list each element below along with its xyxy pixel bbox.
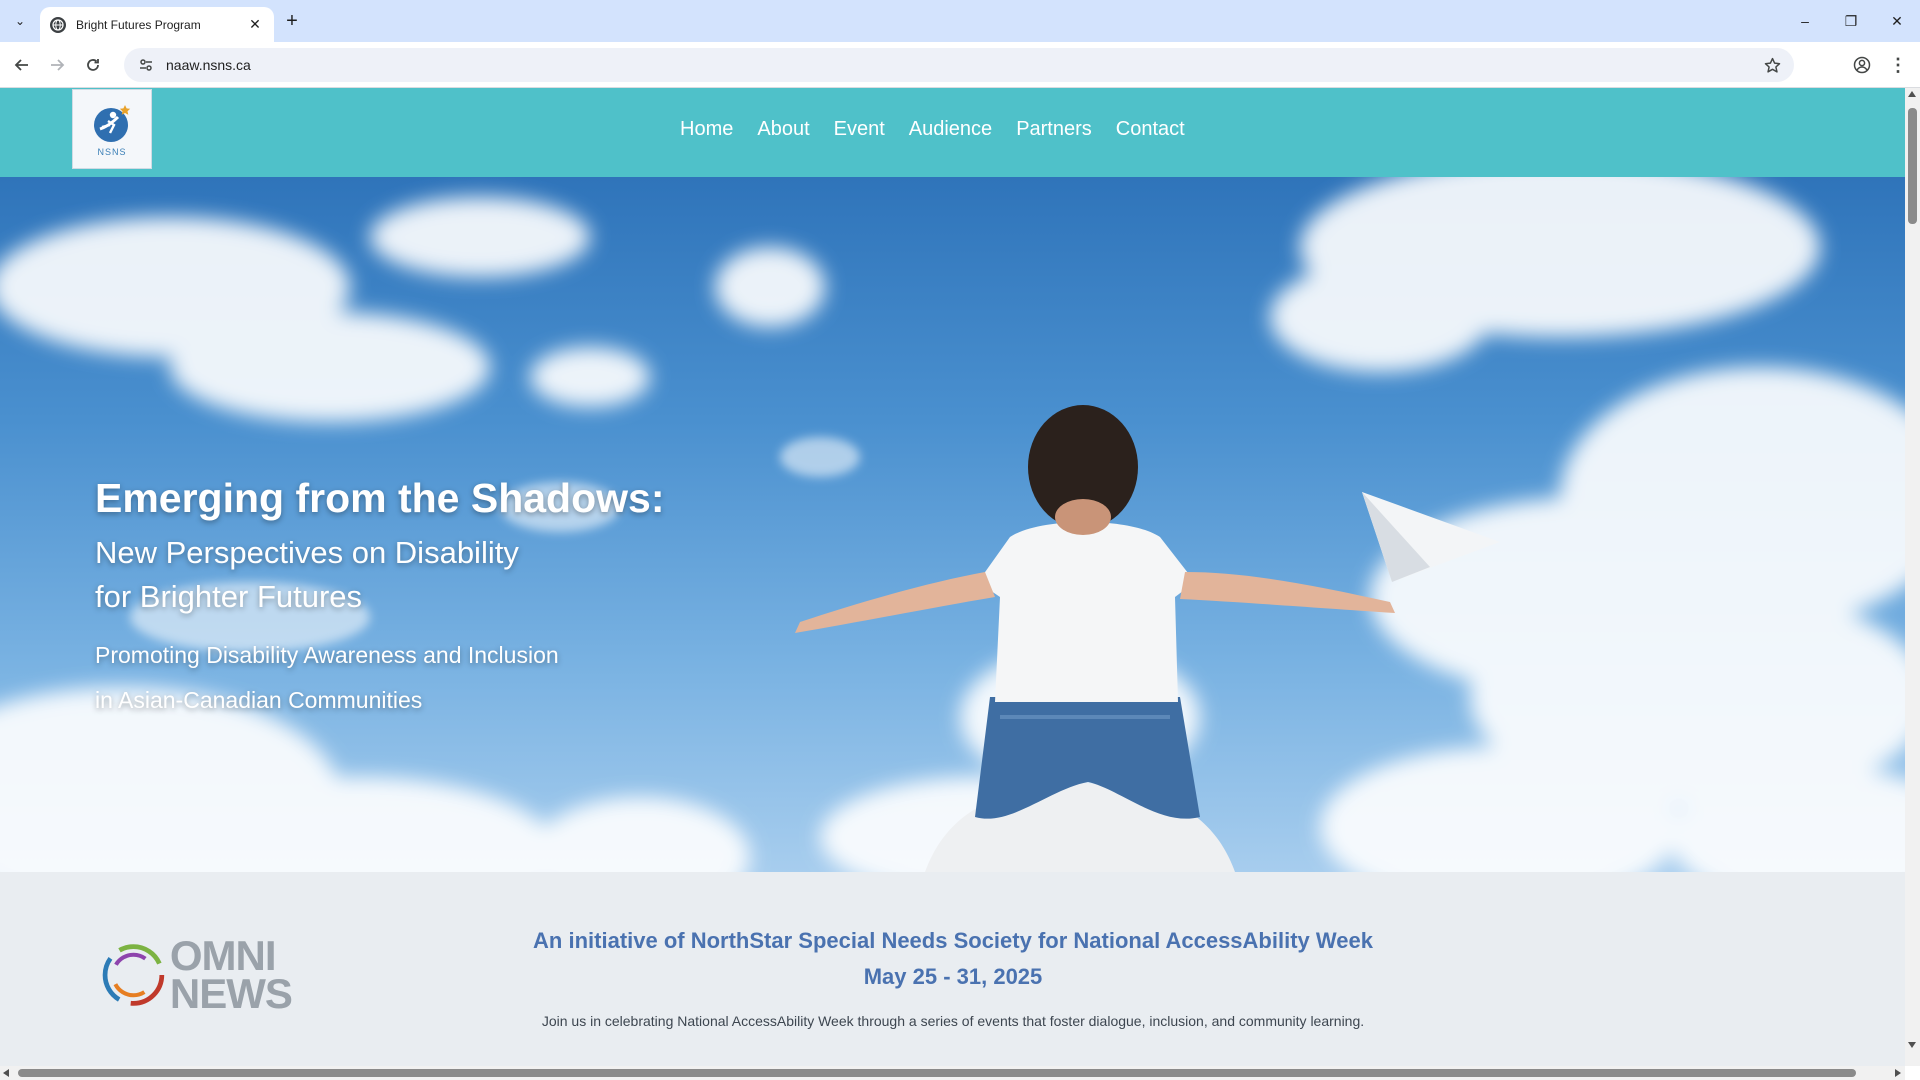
logo-text: NSNS bbox=[97, 147, 127, 157]
scroll-left-arrow-icon[interactable] bbox=[3, 1069, 9, 1077]
intro-section: OMNI NEWS An initiative of NorthStar Spe… bbox=[0, 872, 1905, 1066]
profile-icon[interactable] bbox=[1848, 51, 1876, 79]
hero-subtitle: New Perspectives on Disability for Brigh… bbox=[95, 535, 519, 614]
window-close-icon[interactable]: ✕ bbox=[1882, 8, 1912, 34]
hero-title: Emerging from the Shadows: bbox=[95, 475, 665, 521]
nav-link-audience[interactable]: Audience bbox=[909, 118, 992, 141]
vertical-scroll-thumb[interactable] bbox=[1908, 108, 1917, 224]
horizontal-scrollbar[interactable] bbox=[0, 1066, 1905, 1080]
nav-link-partners[interactable]: Partners bbox=[1016, 118, 1092, 141]
hero-text-block: Emerging from the Shadows: New Perspecti… bbox=[95, 473, 665, 723]
plus-icon[interactable]: + bbox=[281, 10, 303, 32]
nav-link-about[interactable]: About bbox=[757, 118, 809, 141]
nav-link-contact[interactable]: Contact bbox=[1116, 118, 1185, 141]
scroll-down-arrow-icon[interactable] bbox=[1908, 1042, 1916, 1048]
omni-news-watermark: OMNI NEWS bbox=[101, 926, 331, 1024]
browser-tab-active[interactable]: Bright Futures Program ✕ bbox=[40, 7, 274, 42]
star-icon[interactable] bbox=[1762, 55, 1782, 75]
omni-news-text: OMNI NEWS bbox=[169, 932, 293, 1017]
forward-arrow-icon[interactable] bbox=[43, 51, 71, 79]
tab-strip: ⌄ Bright Futures Program ✕ + – ❐ ✕ bbox=[0, 0, 1920, 42]
nsns-logo-icon bbox=[94, 105, 131, 142]
site-logo[interactable]: NSNS bbox=[72, 89, 152, 169]
url-text[interactable]: naaw.nsns.ca bbox=[166, 57, 251, 73]
more-menu-icon[interactable]: ⋮ bbox=[1884, 51, 1912, 79]
main-nav: Home About Event Audience Partners Conta… bbox=[680, 118, 1185, 141]
scroll-up-arrow-icon[interactable] bbox=[1908, 91, 1916, 97]
horizontal-scroll-thumb[interactable] bbox=[18, 1069, 1856, 1077]
reload-icon[interactable] bbox=[79, 51, 107, 79]
hero-tagline: Promoting Disability Awareness and Inclu… bbox=[95, 642, 559, 713]
intro-heading: An initiative of NorthStar Special Needs… bbox=[533, 928, 1373, 953]
restore-icon[interactable]: ❐ bbox=[1836, 8, 1866, 34]
globe-icon bbox=[50, 16, 66, 33]
nav-link-event[interactable]: Event bbox=[834, 118, 885, 141]
omni-swirl-icon bbox=[102, 944, 165, 1006]
intro-dates: May 25 - 31, 2025 bbox=[863, 964, 1043, 989]
minimize-icon[interactable]: – bbox=[1790, 8, 1820, 34]
address-bar[interactable]: naaw.nsns.ca bbox=[124, 48, 1794, 82]
close-icon[interactable]: ✕ bbox=[246, 16, 264, 34]
back-arrow-icon[interactable] bbox=[8, 51, 36, 79]
nav-link-home[interactable]: Home bbox=[680, 118, 733, 141]
vertical-scrollbar[interactable] bbox=[1905, 88, 1920, 1066]
site-header: NSNS Home About Event Audience Partners … bbox=[0, 88, 1905, 177]
tab-title: Bright Futures Program bbox=[76, 17, 201, 32]
intro-body: Join us in celebrating National AccessAb… bbox=[541, 1013, 1365, 1029]
hero-banner: Emerging from the Shadows: New Perspecti… bbox=[0, 177, 1905, 872]
tab-search-chevron-icon[interactable]: ⌄ bbox=[8, 9, 32, 33]
page-viewport: NSNS Home About Event Audience Partners … bbox=[0, 88, 1905, 1066]
browser-toolbar: naaw.nsns.ca ⋮ bbox=[0, 42, 1920, 88]
site-settings-icon[interactable] bbox=[134, 53, 158, 77]
scroll-right-arrow-icon[interactable] bbox=[1895, 1069, 1901, 1077]
